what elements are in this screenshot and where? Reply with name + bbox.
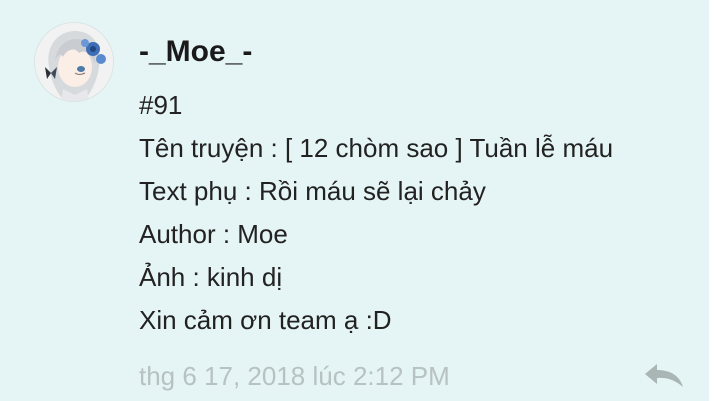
post-line: Xin cảm ơn team ạ :D [139, 305, 392, 335]
forum-post: -_Moe_- #91 Tên truyện : [ 12 chòm sao ]… [0, 0, 709, 401]
post-timestamp: thg 6 17, 2018 lúc 2:12 PM [139, 361, 450, 391]
reply-button[interactable] [641, 360, 687, 390]
post-line: Author : Moe [139, 219, 288, 249]
post-line: Ảnh : kinh dị [139, 262, 283, 292]
post-body: #91 Tên truyện : [ 12 chòm sao ] Tuần lễ… [139, 84, 699, 342]
post-line: Tên truyện : [ 12 chòm sao ] Tuần lễ máu [139, 133, 614, 163]
post-line: Text phụ : Rồi máu sẽ lại chảy [139, 176, 486, 206]
anime-avatar-icon [35, 23, 113, 101]
user-avatar[interactable] [35, 23, 113, 101]
page-edge [709, 0, 717, 401]
reply-arrow-icon [645, 364, 683, 387]
post-line: #91 [139, 90, 183, 120]
post-author-name[interactable]: -_Moe_- [139, 32, 252, 72]
